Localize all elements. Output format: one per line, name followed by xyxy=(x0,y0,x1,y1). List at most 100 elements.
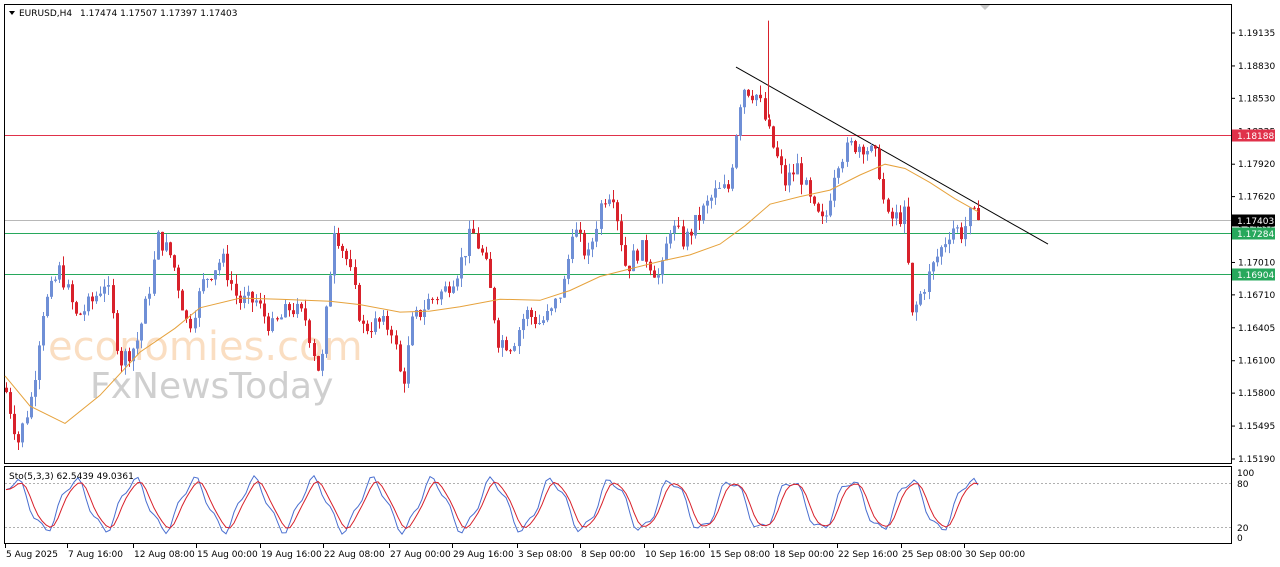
candle-body xyxy=(772,126,775,148)
candle-body xyxy=(706,200,709,206)
candle-body xyxy=(325,306,328,354)
time-tick-label: 8 Sep 00:00 xyxy=(581,550,636,560)
candle-body xyxy=(518,330,521,347)
price-tick-label: 1.15190 xyxy=(1238,455,1275,465)
candle-body xyxy=(575,229,578,237)
candle-body xyxy=(5,387,8,393)
candle-body xyxy=(218,262,221,271)
candle-body xyxy=(214,270,217,280)
candle-body xyxy=(341,245,344,251)
candle-body xyxy=(177,267,180,291)
time-tick-label: 30 Sep 00:00 xyxy=(965,550,1025,560)
price-chart[interactable]: economies.com FxNewsToday EURUSD,H4 1.17… xyxy=(0,0,1280,567)
candle-body xyxy=(973,207,976,209)
candle-body xyxy=(390,329,393,336)
candle-body xyxy=(952,228,955,240)
candle-body xyxy=(153,259,156,294)
time-tick-label: 25 Sep 08:00 xyxy=(902,550,962,560)
candle-body xyxy=(91,296,94,302)
candle-body xyxy=(54,279,57,281)
candle-body xyxy=(71,284,74,303)
candle-body xyxy=(583,232,586,256)
candle-body xyxy=(887,199,890,212)
candle-body xyxy=(308,320,311,344)
candle-body xyxy=(83,311,86,315)
candle-body xyxy=(107,285,110,287)
candle-body xyxy=(735,135,738,168)
candle-body xyxy=(686,231,689,247)
candle-body xyxy=(928,271,931,292)
candle-body xyxy=(796,163,799,175)
candle-body xyxy=(509,350,512,352)
candle-body xyxy=(13,413,16,435)
price-tick-label: 1.15495 xyxy=(1238,422,1275,432)
candle-body xyxy=(472,228,475,234)
candle-body xyxy=(317,356,320,371)
candle-body xyxy=(595,228,598,242)
candle-body xyxy=(395,335,398,345)
candle-body xyxy=(751,95,754,101)
candle-body xyxy=(181,290,184,311)
candle-body xyxy=(26,417,29,424)
candle-body xyxy=(747,89,750,96)
candle-body xyxy=(554,298,557,309)
candle-body xyxy=(825,215,828,217)
price-label-support: 1.16904 xyxy=(1237,271,1274,281)
candle-body xyxy=(727,184,730,189)
candle-body xyxy=(612,199,615,203)
candle-body xyxy=(530,310,533,317)
price-tick-label: 1.16710 xyxy=(1238,291,1275,301)
candle-body xyxy=(759,94,762,99)
candle-body xyxy=(140,323,143,341)
candle-body xyxy=(99,293,102,296)
candle-body xyxy=(493,287,496,321)
candle-body xyxy=(374,318,377,332)
candle-body xyxy=(436,299,439,301)
candle-body xyxy=(919,293,922,305)
candle-body xyxy=(854,141,857,153)
candle-body xyxy=(870,145,873,152)
time-tick-label: 22 Aug 08:00 xyxy=(324,550,385,560)
candle-body xyxy=(157,231,160,260)
candle-body xyxy=(95,295,98,302)
candle-body xyxy=(915,304,918,313)
candle-body xyxy=(202,279,205,292)
candle-body xyxy=(173,255,176,268)
candle-body xyxy=(194,317,197,329)
candle-body xyxy=(682,226,685,247)
candle-body xyxy=(645,240,648,262)
candle-body xyxy=(284,304,287,318)
candle-body xyxy=(304,308,307,321)
candle-body xyxy=(579,229,582,233)
price-tick-label: 1.16100 xyxy=(1238,357,1275,367)
candle-body xyxy=(452,286,455,293)
candle-body xyxy=(485,252,488,259)
price-tick-label: 1.17010 xyxy=(1238,258,1275,268)
candle-body xyxy=(542,320,545,323)
candle-body xyxy=(673,225,676,234)
candle-body xyxy=(67,284,70,288)
candle-body xyxy=(464,255,467,258)
price-axis: 1.191351.188301.185301.182251.179201.176… xyxy=(1231,29,1275,465)
candle-body xyxy=(103,286,106,294)
candle-body xyxy=(345,250,348,260)
candle-body xyxy=(837,168,840,178)
candle-body xyxy=(148,293,151,299)
symbol-label: EURUSD,H4 xyxy=(19,9,72,19)
candle-body xyxy=(399,344,402,372)
candle-body xyxy=(534,316,537,325)
candle-body xyxy=(608,199,611,204)
osc-level-20: 20 xyxy=(1237,524,1249,534)
candle-body xyxy=(189,318,192,329)
candle-body xyxy=(969,207,972,227)
candle-body xyxy=(780,156,783,166)
candle-body xyxy=(79,313,82,315)
candle-body xyxy=(255,300,258,303)
price-tick-label: 1.19135 xyxy=(1238,29,1275,39)
osc-level-0: 0 xyxy=(1237,534,1243,544)
candle-body xyxy=(468,228,471,256)
candle-body xyxy=(718,187,721,189)
chart-header: EURUSD,H4 1.17474 1.17507 1.17397 1.1740… xyxy=(9,9,237,19)
candle-body xyxy=(878,148,881,179)
candle-body xyxy=(764,98,767,120)
